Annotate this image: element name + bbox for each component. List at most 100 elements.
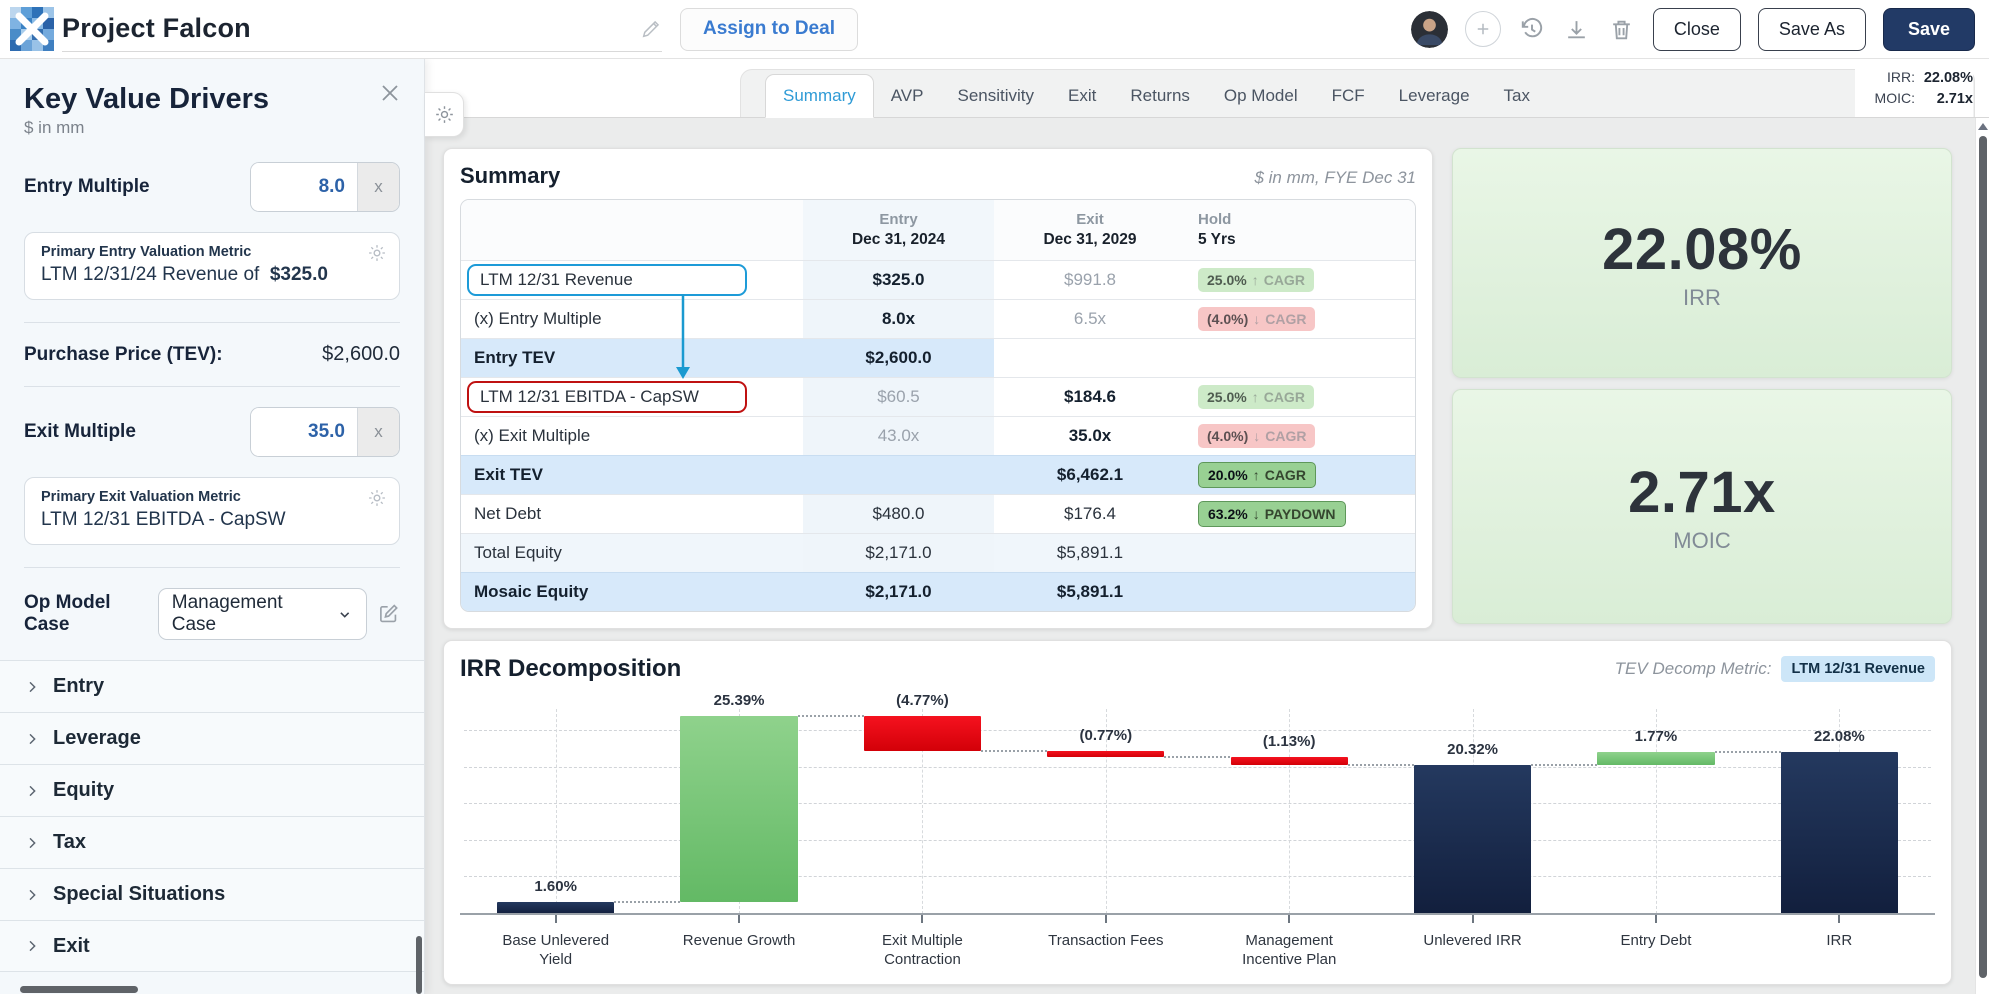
vertical-scrollbar[interactable] xyxy=(1975,118,1989,994)
add-collaborator-icon[interactable] xyxy=(1465,11,1501,47)
table-cell: $184.6 xyxy=(994,378,1186,416)
table-cell: $6,462.1 xyxy=(994,456,1186,494)
entry-metric-label: Primary Entry Valuation Metric xyxy=(41,244,383,260)
category-label-text: Management Incentive Plan xyxy=(1223,932,1355,970)
table-cell: (x) Exit Multiple xyxy=(461,417,803,455)
table-row: LTM 12/31 Revenue$325.0$991.825.0%↑CAGR xyxy=(461,260,1415,299)
category-label-text: Unlevered IRR xyxy=(1407,932,1539,951)
moic-mini-label: MOIC: xyxy=(1875,90,1915,106)
hold-column-value: 5 Yrs xyxy=(1198,231,1236,249)
sidebar-item-tax[interactable]: Tax xyxy=(0,816,424,868)
app-logo-icon xyxy=(10,7,54,51)
cell-value: $5,891.1 xyxy=(1057,543,1123,563)
sidebar-item-label: Exit xyxy=(53,935,90,958)
panel-close-icon[interactable] xyxy=(378,81,402,105)
horizontal-scrollbar-thumb[interactable] xyxy=(20,986,138,993)
sidebar-item-equity[interactable]: Equity xyxy=(0,764,424,816)
tab-strip: SummaryAVPSensitivityExitReturnsOp Model… xyxy=(425,59,1989,118)
irr-value: 22.08% xyxy=(1602,216,1802,283)
bar-value-label: 22.08% xyxy=(1748,728,1931,745)
tab-fcf[interactable]: FCF xyxy=(1315,75,1382,117)
sidebar-item-special-situations[interactable]: Special Situations xyxy=(0,868,424,920)
table-cell: $60.5 xyxy=(803,378,994,416)
tab-avp[interactable]: AVP xyxy=(874,75,941,117)
waterfall-bar-navy xyxy=(1414,765,1531,914)
tab-op-model[interactable]: Op Model xyxy=(1207,75,1315,117)
change-badge: 20.0%↑CAGR xyxy=(1198,462,1316,488)
vertical-scrollbar-thumb[interactable] xyxy=(1979,136,1987,978)
tab-exit[interactable]: Exit xyxy=(1051,75,1113,117)
tab-sensitivity[interactable]: Sensitivity xyxy=(941,75,1052,117)
category-label-text: Exit Multiple Contraction xyxy=(856,932,988,970)
table-cell: 8.0x xyxy=(803,300,994,338)
chevron-right-icon xyxy=(24,887,40,903)
table-cell: Mosaic Equity xyxy=(461,573,803,611)
change-badge: 25.0%↑CAGR xyxy=(1198,385,1314,409)
save-button[interactable]: Save xyxy=(1883,8,1975,51)
op-model-edit-icon[interactable] xyxy=(377,602,400,626)
chevron-right-icon xyxy=(24,835,40,851)
summary-card: Summary $ in mm, FYE Dec 31 Entry Dec 31… xyxy=(443,148,1433,629)
table-row: Mosaic Equity$2,171.0$5,891.1 xyxy=(461,572,1415,611)
entry-metric-text: LTM 12/31/24 Revenue of $325.0 xyxy=(41,264,383,286)
assign-to-deal-button[interactable]: Assign to Deal xyxy=(680,8,858,51)
entry-multiple-suffix: x xyxy=(357,163,399,211)
sidebar-scrollbar-thumb[interactable] xyxy=(416,936,422,994)
bar-value-label: (4.77%) xyxy=(831,692,1014,709)
entry-multiple-input[interactable] xyxy=(251,163,357,211)
panel-settings-tab[interactable] xyxy=(425,92,464,137)
axis-tick xyxy=(1288,914,1290,923)
axis-tick xyxy=(738,914,740,923)
panel-units: $ in mm xyxy=(24,118,400,138)
tab-tax[interactable]: Tax xyxy=(1487,75,1547,117)
bar-value-label: 20.32% xyxy=(1381,741,1564,758)
edit-title-pencil-icon[interactable] xyxy=(640,18,662,40)
avatar[interactable] xyxy=(1411,11,1448,48)
table-cell: Net Debt xyxy=(461,495,803,533)
close-button[interactable]: Close xyxy=(1653,8,1741,51)
tab-returns[interactable]: Returns xyxy=(1113,75,1207,117)
main-area: SummaryAVPSensitivityExitReturnsOp Model… xyxy=(425,59,1989,994)
sidebar-item-label: Entry xyxy=(53,675,104,698)
waterfall-connector xyxy=(614,901,680,903)
gear-icon[interactable] xyxy=(367,243,387,263)
axis-tick xyxy=(1472,914,1474,923)
title-field[interactable]: Project Falcon xyxy=(62,6,662,52)
arrow-up-icon: ↑ xyxy=(1252,389,1259,405)
table-row: (x) Exit Multiple43.0x35.0x(4.0%)↓CAGR xyxy=(461,416,1415,455)
axis-tick xyxy=(1838,914,1840,923)
table-cell: (4.0%)↓CAGR xyxy=(1186,417,1415,455)
row-label: Net Debt xyxy=(474,504,541,524)
table-cell: 25.0%↑CAGR xyxy=(1186,378,1415,416)
chevron-right-icon xyxy=(24,938,40,954)
row-label: Exit TEV xyxy=(474,465,543,485)
gear-icon xyxy=(434,104,455,125)
sidebar-item-leverage[interactable]: Leverage xyxy=(0,712,424,764)
cell-value: $60.5 xyxy=(877,387,920,407)
exit-multiple-input[interactable] xyxy=(251,408,357,456)
trash-icon[interactable] xyxy=(1608,15,1636,43)
waterfall-plot: 1.60%25.39%(4.77%)(0.77%)(1.13%)20.32%1.… xyxy=(464,709,1931,914)
scroll-up-arrow-icon[interactable] xyxy=(1978,123,1988,130)
gear-icon[interactable] xyxy=(367,488,387,508)
exit-valuation-metric-card[interactable]: Primary Exit Valuation Metric LTM 12/31 … xyxy=(24,477,400,545)
version-history-icon[interactable] xyxy=(1518,15,1546,43)
tab-leverage[interactable]: Leverage xyxy=(1382,75,1487,117)
download-icon[interactable] xyxy=(1563,15,1591,43)
sidebar-item-exit[interactable]: Exit xyxy=(0,920,424,972)
arrow-down-icon: ↓ xyxy=(1253,506,1260,522)
exit-metric-label: Primary Exit Valuation Metric xyxy=(41,489,383,505)
badge-value: 63.2% xyxy=(1208,506,1248,522)
change-badge: 63.2%↓PAYDOWN xyxy=(1198,501,1346,527)
table-cell: 43.0x xyxy=(803,417,994,455)
table-cell: $2,171.0 xyxy=(803,573,994,611)
badge-text: CAGR xyxy=(1264,389,1305,405)
tev-decomp-metric-tag[interactable]: LTM 12/31 Revenue xyxy=(1781,656,1935,682)
entry-valuation-metric-card[interactable]: Primary Entry Valuation Metric LTM 12/31… xyxy=(24,232,400,300)
save-as-button[interactable]: Save As xyxy=(1758,8,1866,51)
tab-summary[interactable]: Summary xyxy=(765,74,874,118)
waterfall-bar-green xyxy=(1597,752,1714,765)
cell-value: 8.0x xyxy=(882,309,915,329)
op-model-case-select[interactable]: Management Case xyxy=(158,588,367,640)
sidebar-item-entry[interactable]: Entry xyxy=(0,660,424,712)
